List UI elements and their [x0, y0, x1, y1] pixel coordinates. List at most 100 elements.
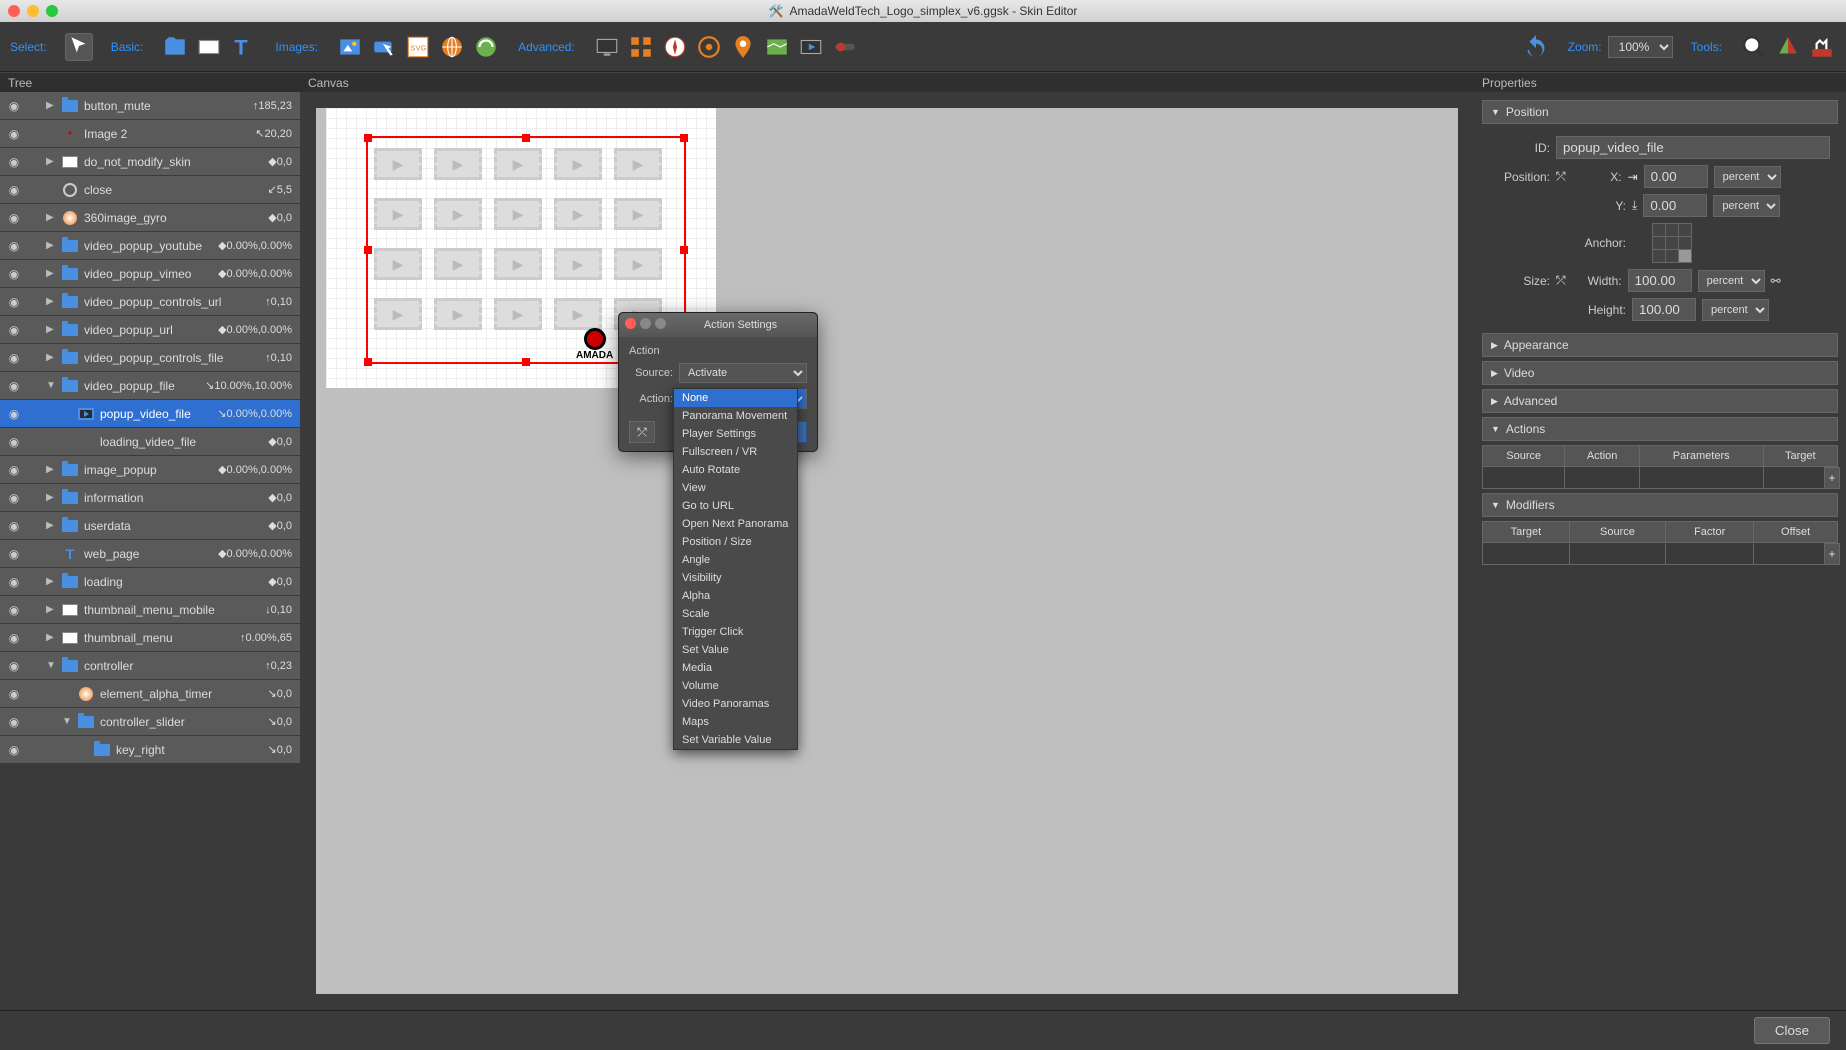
tree-row[interactable]: ◉▼controller_slider↘0,0 [0, 708, 300, 736]
tree-row[interactable]: ◉key_right↘0,0 [0, 736, 300, 764]
disclosure-icon[interactable]: ▼ [62, 716, 76, 727]
button-tool[interactable] [370, 33, 398, 61]
color-tool[interactable] [1774, 33, 1802, 61]
tree-row[interactable]: ◉●Image 2↖20,20 [0, 120, 300, 148]
switch-tool[interactable] [831, 33, 859, 61]
add-action-button[interactable]: + [1824, 467, 1840, 489]
video-tool[interactable] [797, 33, 825, 61]
anchor-grid[interactable] [1652, 223, 1692, 263]
visibility-icon[interactable]: ◉ [0, 575, 28, 589]
visibility-icon[interactable]: ◉ [0, 491, 28, 505]
disclosure-icon[interactable]: ▶ [46, 632, 60, 643]
disclosure-icon[interactable]: ▼ [46, 660, 60, 671]
dropdown-item[interactable]: Auto Rotate [674, 461, 797, 479]
modifiers-table[interactable]: TargetSourceFactorOffset [1482, 521, 1838, 565]
visibility-icon[interactable]: ◉ [0, 127, 28, 141]
visibility-icon[interactable]: ◉ [0, 239, 28, 253]
add-modifier-button[interactable]: + [1824, 543, 1840, 565]
tree-row[interactable]: ◉close↙5,5 [0, 176, 300, 204]
tree-row[interactable]: ◉▼video_popup_file↘10.00%,10.00% [0, 372, 300, 400]
pointer-tool[interactable] [65, 33, 93, 61]
radar-tool[interactable] [695, 33, 723, 61]
tree-row[interactable]: ◉▶information◆0,0 [0, 484, 300, 512]
tree-row[interactable]: ◉Tweb_page◆0.00%,0.00% [0, 540, 300, 568]
visibility-icon[interactable]: ◉ [0, 99, 28, 113]
visibility-icon[interactable]: ◉ [0, 715, 28, 729]
y-unit-select[interactable]: percent [1713, 195, 1780, 217]
tree-row[interactable]: ◉▶video_popup_url◆0.00%,0.00% [0, 316, 300, 344]
visibility-icon[interactable]: ◉ [0, 295, 28, 309]
link-icon[interactable]: ⤱ [1556, 169, 1566, 184]
x-input[interactable] [1644, 165, 1708, 188]
undo-button[interactable] [1522, 33, 1550, 61]
disclosure-icon[interactable]: ▶ [46, 604, 60, 615]
y-input[interactable] [1643, 194, 1707, 217]
tree-row[interactable]: ◉loading_video_file◆0,0 [0, 428, 300, 456]
map-tool[interactable] [763, 33, 791, 61]
disclosure-icon[interactable]: ▶ [46, 492, 60, 503]
modifiers-section-header[interactable]: ▼Modifiers [1482, 493, 1838, 517]
visibility-icon[interactable]: ◉ [0, 603, 28, 617]
dropdown-item[interactable]: Video Panoramas [674, 695, 797, 713]
window-controls[interactable] [8, 5, 58, 17]
dropdown-item[interactable]: Fullscreen / VR [674, 443, 797, 461]
screen-tool[interactable] [593, 33, 621, 61]
text-tool[interactable]: T [229, 33, 257, 61]
visibility-icon[interactable]: ◉ [0, 519, 28, 533]
visibility-icon[interactable]: ◉ [0, 267, 28, 281]
globe-tool[interactable] [438, 33, 466, 61]
dropdown-item[interactable]: Set Value [674, 641, 797, 659]
dropdown-item[interactable]: Angle [674, 551, 797, 569]
visibility-icon[interactable]: ◉ [0, 547, 28, 561]
visibility-icon[interactable]: ◉ [0, 463, 28, 477]
tree-row[interactable]: ◉▶loading◆0,0 [0, 568, 300, 596]
height-unit-select[interactable]: percent [1702, 299, 1769, 321]
tree-row[interactable]: ◉▶image_popup◆0.00%,0.00% [0, 456, 300, 484]
dropdown-item[interactable]: Set Variable Value [674, 731, 797, 749]
appearance-section-header[interactable]: ▶Appearance [1482, 333, 1838, 357]
dropdown-item[interactable]: Maps [674, 713, 797, 731]
visibility-icon[interactable]: ◉ [0, 659, 28, 673]
dropdown-item[interactable]: Player Settings [674, 425, 797, 443]
visibility-icon[interactable]: ◉ [0, 743, 28, 757]
visibility-icon[interactable]: ◉ [0, 631, 28, 645]
disclosure-icon[interactable]: ▶ [46, 100, 60, 111]
visibility-icon[interactable]: ◉ [0, 687, 28, 701]
visibility-icon[interactable]: ◉ [0, 183, 28, 197]
dropdown-item[interactable]: Go to URL [674, 497, 797, 515]
actions-table[interactable]: SourceActionParametersTarget [1482, 445, 1838, 489]
close-window-icon[interactable] [8, 5, 20, 17]
minimize-window-icon[interactable] [27, 5, 39, 17]
dropdown-item[interactable]: Trigger Click [674, 623, 797, 641]
lock-aspect-icon[interactable]: ⚯ [1771, 274, 1781, 288]
tree-row[interactable]: ◉▶360image_gyro◆0,0 [0, 204, 300, 232]
x-unit-select[interactable]: percent [1714, 166, 1781, 188]
dropdown-item[interactable]: Volume [674, 677, 797, 695]
visibility-icon[interactable]: ◉ [0, 379, 28, 393]
disclosure-icon[interactable]: ▶ [46, 464, 60, 475]
container-tool[interactable] [161, 33, 189, 61]
dropdown-item[interactable]: None [674, 389, 797, 407]
align-y-icon[interactable]: ⤓ [1632, 198, 1637, 213]
tree-row[interactable]: ◉▶video_popup_controls_url↑0,10 [0, 288, 300, 316]
tree-row[interactable]: ◉▶video_popup_controls_file↑0,10 [0, 344, 300, 372]
tree-list[interactable]: ◉▶button_mute↑185,23◉●Image 2↖20,20◉▶do_… [0, 92, 300, 1010]
align-x-icon[interactable]: ⇥ [1628, 170, 1638, 184]
disclosure-icon[interactable]: ▼ [46, 380, 60, 391]
visibility-icon[interactable]: ◉ [0, 155, 28, 169]
canvas-area[interactable]: ▶▶▶▶▶ ▶▶▶▶▶ ▶▶▶▶▶ ▶▶▶▶▶ AMADA [316, 108, 1458, 994]
compass-tool[interactable] [661, 33, 689, 61]
disclosure-icon[interactable]: ▶ [46, 296, 60, 307]
tree-row[interactable]: ◉▶button_mute↑185,23 [0, 92, 300, 120]
link-size-icon[interactable]: ⤱ [1556, 273, 1566, 288]
visibility-icon[interactable]: ◉ [0, 323, 28, 337]
dropdown-item[interactable]: Media [674, 659, 797, 677]
disclosure-icon[interactable]: ▶ [46, 156, 60, 167]
share-icon[interactable]: ⤱ [629, 421, 655, 443]
dropdown-item[interactable]: Panorama Movement [674, 407, 797, 425]
visibility-icon[interactable]: ◉ [0, 435, 28, 449]
disclosure-icon[interactable]: ▶ [46, 212, 60, 223]
position-section-header[interactable]: ▼Position [1482, 100, 1838, 124]
dropdown-item[interactable]: Scale [674, 605, 797, 623]
grid-tool[interactable] [627, 33, 655, 61]
